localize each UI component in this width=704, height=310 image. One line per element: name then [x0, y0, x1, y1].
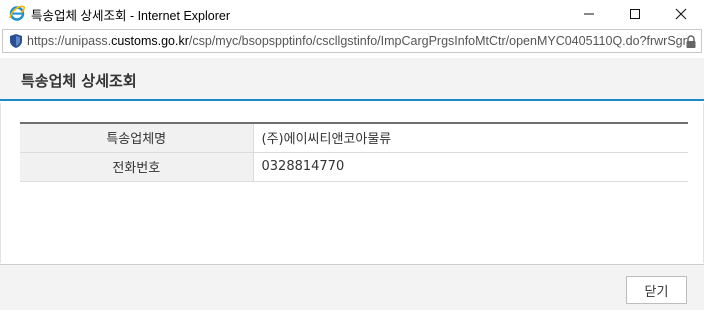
row-value-company: (주)에이씨티앤코아물류	[253, 123, 688, 153]
page-footer: 닫기	[0, 264, 704, 310]
maximize-button[interactable]	[612, 0, 658, 27]
content-area: 특송업체명 (주)에이씨티앤코아물류 전화번호 0328814770	[0, 103, 704, 263]
url-text: https://unipass.customs.go.kr/csp/myc/bs…	[27, 34, 687, 48]
lock-icon[interactable]	[685, 34, 697, 48]
security-shield-icon	[8, 33, 24, 49]
table-row: 특송업체명 (주)에이씨티앤코아물류	[20, 123, 688, 153]
close-button[interactable]: 닫기	[626, 276, 687, 304]
maximize-icon	[630, 8, 640, 19]
row-label-company: 특송업체명	[20, 123, 254, 153]
minimize-icon	[584, 13, 594, 14]
table-row: 전화번호 0328814770	[20, 152, 688, 182]
page-header: 특송업체 상세조회	[0, 58, 704, 101]
window-title: 특송업체 상세조회 - Internet Explorer	[31, 9, 230, 23]
row-label-phone: 전화번호	[20, 152, 254, 182]
window-close-button[interactable]	[658, 0, 704, 27]
row-value-phone: 0328814770	[253, 152, 688, 182]
ie-logo-icon	[8, 4, 26, 22]
minimize-button[interactable]	[566, 0, 612, 27]
url-path: /csp/myc/bsopspptinfo/cscllgstinfo/ImpCa…	[188, 34, 687, 48]
url-prefix: https://unipass.	[27, 34, 112, 48]
url-field[interactable]: https://unipass.customs.go.kr/csp/myc/bs…	[2, 29, 702, 53]
detail-table: 특송업체명 (주)에이씨티앤코아물류 전화번호 0328814770	[20, 122, 688, 182]
address-bar: https://unipass.customs.go.kr/csp/myc/bs…	[0, 27, 704, 55]
url-domain: customs.go.kr	[111, 34, 189, 48]
page-title: 특송업체 상세조회	[21, 72, 137, 90]
close-icon	[675, 8, 687, 19]
window-titlebar: 특송업체 상세조회 - Internet Explorer	[0, 0, 704, 27]
